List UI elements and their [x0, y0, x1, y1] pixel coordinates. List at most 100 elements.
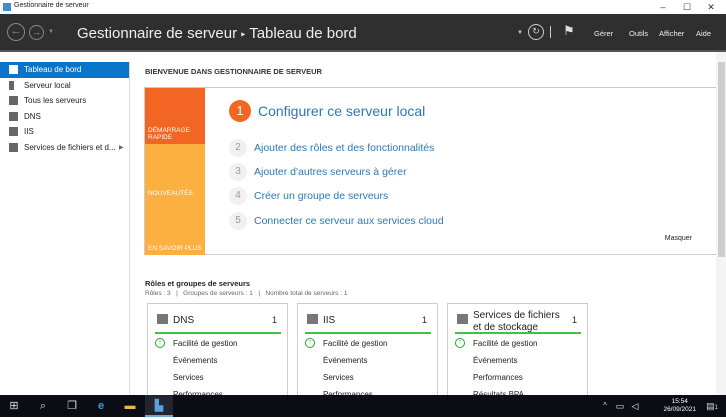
window-title: Gestionnaire de serveur [14, 2, 89, 9]
show-hidden-icons-chevron[interactable]: ^ [598, 395, 612, 417]
sidebar-item-dashboard[interactable]: Tableau de bord [0, 62, 129, 78]
expand-chevron-icon[interactable]: ▶ [119, 144, 124, 151]
card-header[interactable]: DNS 1 [155, 310, 281, 334]
clock-time: 15:54 [671, 398, 688, 405]
step-configure-local-server[interactable]: 1 Configurer ce serveur local [229, 100, 425, 122]
sidebar-item-label: Services de fichiers et d... [24, 142, 116, 152]
card-count: 1 [421, 315, 427, 325]
sidebar: Tableau de bord Serveur local Tous les s… [0, 62, 130, 395]
role-card-file-services[interactable]: Services de fichiers et de stockage 1 ↑ F… [447, 303, 588, 403]
title-bar: Gestionnaire de serveur – ☐ ✕ [0, 0, 726, 14]
tile-whats-new[interactable]: NOUVEAUTÉS [145, 144, 205, 200]
card-title: IIS [323, 315, 336, 326]
step-create-group[interactable]: 4 Créer un groupe de serveurs [229, 187, 388, 205]
menu-help[interactable]: Aide [696, 29, 711, 38]
forward-button[interactable]: → [29, 25, 44, 40]
welcome-heading: BIENVENUE DANS GESTIONNAIRE DE SERVEUR [145, 67, 322, 76]
role-card-dns[interactable]: DNS 1 ↑ Facilité de gestion Événements Se… [147, 303, 288, 403]
internet-explorer-icon[interactable]: e [87, 395, 115, 417]
server-icon [9, 80, 14, 90]
iis-icon [9, 127, 18, 137]
breadcrumb: Gestionnaire de serveur ▸ Tableau de bor… [77, 25, 357, 42]
clock-date: 26/09/2021 [663, 406, 696, 413]
sidebar-item-local-server[interactable]: Serveur local [0, 78, 129, 94]
step-link[interactable]: Connecter ce serveur aux services cloud [254, 215, 444, 227]
step-link[interactable]: Configurer ce serveur local [258, 103, 425, 119]
card-row-manageability[interactable]: Facilité de gestion [473, 339, 537, 348]
card-row-services[interactable]: Services [173, 373, 204, 382]
maximize-button[interactable]: ☐ [676, 0, 698, 14]
file-services-icon [9, 142, 18, 152]
card-header[interactable]: Services de fichiers et de stockage 1 [455, 310, 581, 334]
scrollbar-thumb[interactable] [718, 62, 725, 257]
card-row-performance[interactable]: Performances [473, 373, 523, 382]
file-services-icon [457, 314, 468, 324]
card-row-events[interactable]: Événements [323, 356, 367, 365]
card-row-manageability[interactable]: Facilité de gestion [323, 339, 387, 348]
tile-label: EN SAVOIR PLUS [148, 245, 202, 252]
dns-icon [9, 111, 18, 121]
card-count: 1 [271, 315, 277, 325]
step-add-roles[interactable]: 2 Ajouter des rôles et des fonctionnalité… [229, 139, 434, 157]
task-view-icon[interactable]: ❐ [58, 395, 86, 417]
status-ok-icon: ↑ [155, 338, 165, 348]
dropdown-icon[interactable]: ▼ [517, 30, 523, 36]
volume-muted-icon[interactable]: ◁ [628, 395, 642, 417]
sidebar-item-all-servers[interactable]: Tous les serveurs [0, 93, 129, 109]
refresh-icon[interactable]: ↻ [528, 24, 544, 40]
card-row-events[interactable]: Événements [173, 356, 217, 365]
status-ok-icon: ↑ [305, 338, 315, 348]
menu-manage[interactable]: Gérer [594, 29, 613, 38]
history-dropdown-icon[interactable]: ▼ [48, 29, 54, 35]
back-button[interactable]: ← [7, 23, 25, 41]
sidebar-item-file-services[interactable]: Services de fichiers et d... ▶ [0, 140, 129, 156]
tile-label: DÉMARRAGE RAPIDE [148, 127, 190, 141]
tile-label: NOUVEAUTÉS [148, 190, 193, 197]
card-row-services[interactable]: Services [323, 373, 354, 382]
step-number: 2 [229, 139, 247, 157]
hide-link[interactable]: Masquer [665, 235, 692, 242]
sidebar-item-label: Serveur local [24, 80, 71, 90]
step-link[interactable]: Ajouter des rôles et des fonctionnalités [254, 142, 434, 154]
file-explorer-icon[interactable]: ▬ [116, 395, 144, 417]
action-center-icon[interactable]: ▤1 [700, 395, 724, 417]
step-link[interactable]: Créer un groupe de serveurs [254, 190, 388, 202]
menu-tools[interactable]: Outils [629, 29, 648, 38]
sidebar-item-label: DNS [24, 111, 41, 121]
start-windows-icon[interactable]: ⊞ [0, 395, 28, 417]
breadcrumb-separator: ▸ [241, 29, 246, 39]
notification-count: 1 [714, 405, 718, 411]
tile-quick-start[interactable]: DÉMARRAGE RAPIDE [145, 88, 205, 144]
card-count: 1 [571, 315, 577, 325]
step-connect-cloud[interactable]: 5 Connecter ce serveur aux services cloud [229, 212, 444, 230]
sidebar-item-dns[interactable]: DNS [0, 109, 129, 125]
network-warning-icon[interactable]: ▭ [612, 395, 628, 417]
close-button[interactable]: ✕ [700, 0, 722, 14]
notifications-flag-icon[interactable]: ⚑ [563, 23, 575, 39]
dns-icon [157, 314, 168, 324]
clock[interactable]: 15:54 26/09/2021 [663, 398, 696, 414]
step-link[interactable]: Ajouter d'autres serveurs à gérer [254, 166, 407, 178]
header-bar: ← → ▼ Gestionnaire de serveur ▸ Tableau … [0, 14, 726, 52]
search-icon[interactable]: ⌕ [29, 395, 57, 417]
status-ok-icon: ↑ [455, 338, 465, 348]
taskbar: ⊞ ⌕ ❐ e ▬ ▙ ^ ▭ ◁ 15:54 26/09/2021 ▤1 [0, 395, 726, 417]
step-number: 3 [229, 163, 247, 181]
server-manager-taskbar-icon[interactable]: ▙ [145, 395, 173, 417]
step-number: 1 [229, 100, 251, 122]
card-row-events[interactable]: Événements [473, 356, 517, 365]
card-header[interactable]: IIS 1 [305, 310, 431, 334]
card-row-manageability[interactable]: Facilité de gestion [173, 339, 237, 348]
sidebar-item-iis[interactable]: IIS [0, 124, 129, 140]
step-number: 4 [229, 187, 247, 205]
card-title: Services de fichiers et de stockage [473, 310, 560, 333]
role-card-iis[interactable]: IIS 1 ↑ Facilité de gestion Événements Se… [297, 303, 438, 403]
minimize-button[interactable]: – [652, 0, 674, 14]
divider [550, 26, 551, 38]
sidebar-item-label: Tous les serveurs [24, 96, 87, 106]
app-icon [3, 3, 11, 11]
menu-view[interactable]: Afficher [659, 29, 684, 38]
roles-summary: Rôles : 3 | Groupes de serveurs : 1 | No… [145, 290, 348, 297]
step-add-servers[interactable]: 3 Ajouter d'autres serveurs à gérer [229, 163, 407, 181]
tile-learn-more[interactable]: EN SAVOIR PLUS [145, 200, 205, 255]
